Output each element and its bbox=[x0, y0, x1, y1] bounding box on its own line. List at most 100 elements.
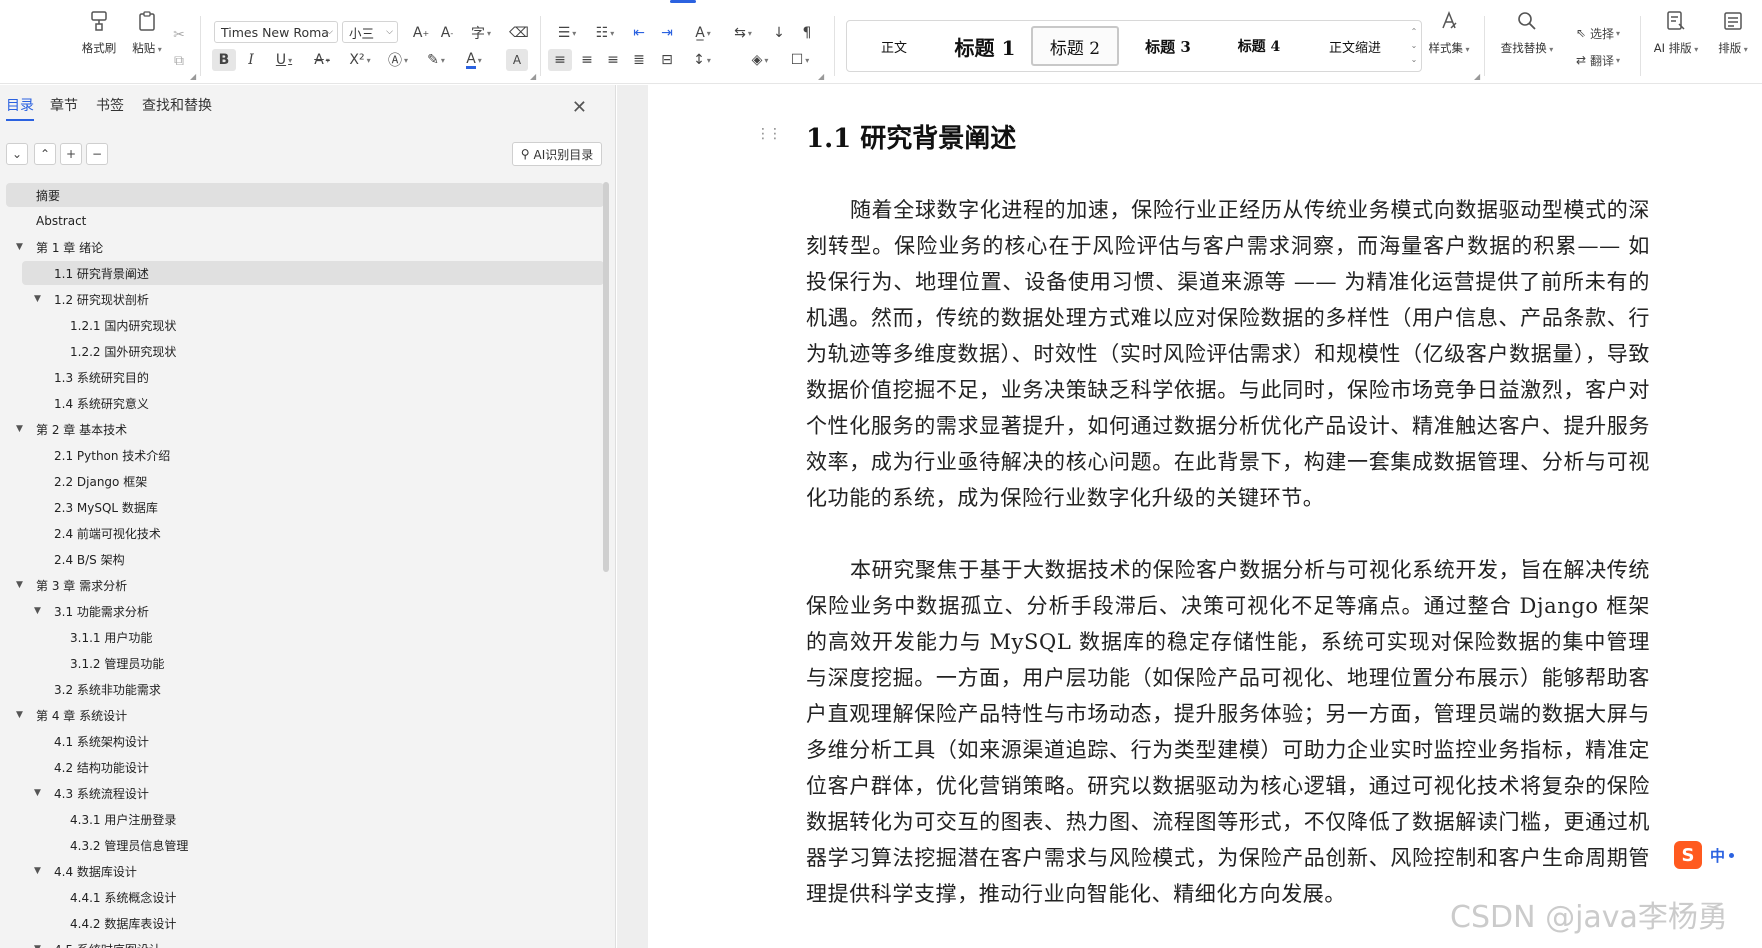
expand-up-icon[interactable]: ⌃ bbox=[34, 143, 56, 165]
toc-expand-arrow-icon[interactable]: ▼ bbox=[34, 606, 41, 616]
style-heading-4[interactable]: 标题 4 bbox=[1217, 26, 1301, 66]
collapse-all-icon[interactable]: ⌄ bbox=[6, 143, 28, 165]
toc-item[interactable]: 1.2.1 国内研究现状 bbox=[6, 313, 604, 337]
styles-gallery-scroll-icon[interactable]: ⌃ ⌄ ⌄ bbox=[1409, 25, 1419, 67]
phonetic-guide-icon[interactable]: 字 ▾ bbox=[464, 22, 498, 44]
tab-find-replace[interactable]: 查找和替换 bbox=[142, 95, 212, 121]
ai-recognize-toc-button[interactable]: ⚲ AI识别目录 bbox=[512, 142, 602, 166]
style-normal[interactable]: 正文 bbox=[859, 26, 929, 66]
toc-item[interactable]: 1.2.2 国外研究现状 bbox=[6, 339, 604, 363]
toc-item[interactable]: 2.1 Python 技术介绍 bbox=[6, 443, 604, 467]
bullet-list-icon[interactable]: ☰ ▾ bbox=[552, 22, 582, 44]
add-heading-icon[interactable]: + bbox=[60, 143, 82, 165]
toc-item[interactable]: 2.3 MySQL 数据库 bbox=[6, 495, 604, 519]
toc-item[interactable]: ▼ 4.4 数据库设计 bbox=[6, 859, 604, 883]
paste-button[interactable]: 粘贴 ▾ bbox=[122, 8, 172, 64]
toc-item[interactable]: 1.4 系统研究意义 bbox=[6, 391, 604, 415]
style-heading-3[interactable]: 标题 3 bbox=[1125, 26, 1211, 66]
underline-button[interactable]: U ▾ bbox=[268, 49, 300, 71]
font-name-select[interactable]: Times New Roma ⌵ bbox=[214, 21, 338, 43]
toc-item[interactable]: ▼ 1.2 研究现状剖析 bbox=[6, 287, 604, 311]
find-replace-button[interactable]: 查找替换 ▾ bbox=[1496, 8, 1558, 64]
toc-expand-arrow-icon[interactable]: ▼ bbox=[34, 788, 41, 798]
distributed-align-button[interactable]: ⊟ bbox=[656, 49, 678, 71]
toc-item[interactable]: ▼ 4.5 系统时序图设计 bbox=[6, 937, 604, 948]
toc-item[interactable]: ▼ 4.3 系统流程设计 bbox=[6, 781, 604, 805]
strikethrough-button[interactable]: A ▾ bbox=[306, 49, 338, 71]
toc-item[interactable]: 4.4.2 数据库表设计 bbox=[6, 911, 604, 935]
copy-icon[interactable]: ⧉ bbox=[168, 50, 190, 72]
paragraph-group-launcher-icon[interactable]: ◢ bbox=[818, 72, 824, 81]
toc-item[interactable]: ▼ 第 1 章 绪论 bbox=[6, 235, 604, 259]
borders-button[interactable]: ☐ ▾ bbox=[784, 49, 816, 71]
toc-item[interactable]: 3.1.2 管理员功能 bbox=[6, 651, 604, 675]
bold-button[interactable]: B bbox=[212, 49, 236, 71]
toc-item[interactable]: 4.2 结构功能设计 bbox=[6, 755, 604, 779]
toc-item[interactable]: ▼ 第 3 章 需求分析 bbox=[6, 573, 604, 597]
font-group-launcher-icon[interactable]: ◢ bbox=[530, 72, 536, 81]
toc-item[interactable]: ▼ 3.1 功能需求分析 bbox=[6, 599, 604, 623]
toc-item[interactable]: ▼ 第 2 章 基本技术 bbox=[6, 417, 604, 441]
toc-expand-arrow-icon[interactable]: ▼ bbox=[16, 242, 23, 252]
body-paragraph[interactable]: 随着全球数字化进程的加速，保险行业正经历从传统业务模式向数据驱动型模式的深刻转型… bbox=[806, 192, 1650, 516]
show-marks-icon[interactable]: ¶ bbox=[796, 22, 818, 44]
toc-item[interactable]: Abstract bbox=[6, 209, 604, 233]
clipboard-group-launcher-icon[interactable]: ◢ bbox=[190, 72, 196, 81]
style-body-indent[interactable]: 正文缩进 bbox=[1307, 26, 1403, 66]
drag-handle-icon[interactable]: ⋮⋮ bbox=[756, 126, 782, 142]
toc-expand-arrow-icon[interactable]: ▼ bbox=[16, 580, 23, 590]
tab-bookmarks[interactable]: 书签 bbox=[96, 95, 124, 121]
remove-heading-icon[interactable]: − bbox=[86, 143, 108, 165]
section-heading[interactable]: 1.1 研究背景阐述 bbox=[806, 118, 1016, 155]
decrease-indent-icon[interactable]: ⇤ bbox=[628, 22, 650, 44]
text-effect-button[interactable]: Ⓐ ▾ bbox=[382, 49, 414, 71]
toc-item[interactable]: 4.1 系统架构设计 bbox=[6, 729, 604, 753]
toc-expand-arrow-icon[interactable]: ▼ bbox=[34, 866, 41, 876]
toc-expand-arrow-icon[interactable]: ▼ bbox=[16, 710, 23, 720]
clear-format-icon[interactable]: ⌫ bbox=[508, 22, 530, 44]
font-color-button[interactable]: A ▾ bbox=[458, 49, 490, 71]
justify-button[interactable]: ≣ bbox=[628, 49, 650, 71]
align-center-button[interactable]: ≡ bbox=[576, 49, 598, 71]
toc-item[interactable]: 2.2 Django 框架 bbox=[6, 469, 604, 493]
toc-item[interactable]: 1.3 系统研究目的 bbox=[6, 365, 604, 389]
toc-item[interactable]: 2.4 B/S 架构 bbox=[6, 547, 604, 571]
grow-font-icon[interactable]: A + bbox=[410, 22, 432, 44]
toc-item[interactable]: 摘要 bbox=[6, 183, 604, 207]
style-heading-1[interactable]: 标题 1 bbox=[943, 26, 1027, 66]
align-left-button[interactable]: ≡ bbox=[548, 49, 572, 71]
styles-group-launcher-icon[interactable]: ◢ bbox=[1474, 72, 1480, 81]
italic-button[interactable]: I bbox=[240, 49, 262, 71]
toc-expand-arrow-icon[interactable]: ▼ bbox=[34, 944, 41, 948]
toc-item[interactable]: 3.2 系统非功能需求 bbox=[6, 677, 604, 701]
format-painter-button[interactable]: 格式刷 bbox=[74, 8, 124, 64]
chinese-layout-icon[interactable]: A̲ ▾ bbox=[688, 22, 718, 44]
toc-item[interactable]: 4.3.1 用户注册登录 bbox=[6, 807, 604, 831]
ai-layout-button[interactable]: AI 排版 ▾ bbox=[1646, 8, 1706, 64]
sort-icon[interactable]: ↓ bbox=[768, 22, 790, 44]
superscript-button[interactable]: X² ▾ bbox=[344, 49, 376, 71]
toc-item[interactable]: 4.3.2 管理员信息管理 bbox=[6, 833, 604, 857]
tab-toc[interactable]: 目录 bbox=[6, 95, 34, 121]
close-icon[interactable]: ✕ bbox=[572, 97, 587, 118]
toc-item[interactable]: 4.4.1 系统概念设计 bbox=[6, 885, 604, 909]
style-heading-2[interactable]: 标题 2 bbox=[1031, 26, 1119, 66]
translate-button[interactable]: ⇄ 翻译 ▾ bbox=[1568, 49, 1628, 71]
toc-expand-arrow-icon[interactable]: ▼ bbox=[34, 294, 41, 304]
style-set-button[interactable]: 样式集 ▾ bbox=[1424, 8, 1474, 64]
numbered-list-icon[interactable]: ☷ ▾ bbox=[590, 22, 620, 44]
line-spacing-button[interactable]: ↕ ▾ bbox=[686, 49, 718, 71]
text-direction-icon[interactable]: ⇆ ▾ bbox=[728, 22, 758, 44]
toc-item[interactable]: 1.1 研究背景阐述 bbox=[22, 261, 604, 285]
toc-item[interactable]: 2.4 前端可视化技术 bbox=[6, 521, 604, 545]
select-button[interactable]: ⇖ 选择 ▾ bbox=[1568, 22, 1628, 44]
layout-button[interactable]: 排版 ▾ bbox=[1708, 8, 1758, 64]
character-shading-button[interactable]: A bbox=[506, 49, 528, 71]
toc-item[interactable]: ▼ 第 4 章 系统设计 bbox=[6, 703, 604, 727]
align-right-button[interactable]: ≡ bbox=[602, 49, 624, 71]
cut-icon[interactable]: ✂ bbox=[168, 24, 190, 46]
font-size-select[interactable]: 小三 ⌵ bbox=[342, 21, 398, 43]
toc-expand-arrow-icon[interactable]: ▼ bbox=[16, 424, 23, 434]
shrink-font-icon[interactable]: A- bbox=[436, 22, 458, 44]
ime-indicator[interactable]: S 中 bbox=[1674, 840, 1735, 870]
